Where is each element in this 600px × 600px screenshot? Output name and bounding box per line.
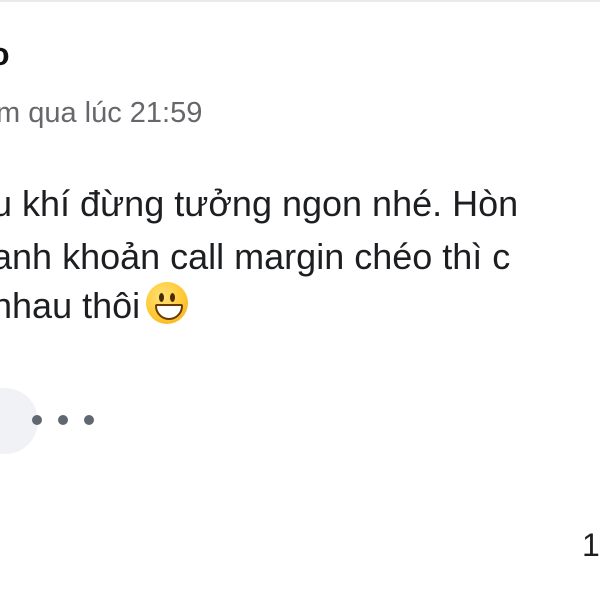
more-horizontal-icon[interactable] bbox=[32, 402, 94, 438]
comment-text-line-2: anh khoản call margin chéo thì c bbox=[0, 236, 511, 277]
comment-text-line-3: nhau thôi bbox=[0, 282, 189, 330]
top-divider bbox=[0, 0, 600, 2]
dot bbox=[84, 415, 94, 425]
comment-author-name[interactable]: o bbox=[0, 36, 10, 73]
dot bbox=[58, 415, 68, 425]
comment-timestamp: m qua lúc 21:59 bbox=[0, 97, 203, 129]
comment-view: o m qua lúc 21:59 u khí đừng tưởng ngon … bbox=[0, 0, 600, 600]
comment-text-line-3-label: nhau thôi bbox=[0, 285, 141, 326]
reaction-count: 1 bbox=[582, 527, 600, 563]
dot bbox=[32, 415, 42, 425]
grinning-face-icon bbox=[146, 282, 189, 324]
comment-text-line-1: u khí đừng tưởng ngon nhé. Hòn bbox=[0, 183, 519, 224]
